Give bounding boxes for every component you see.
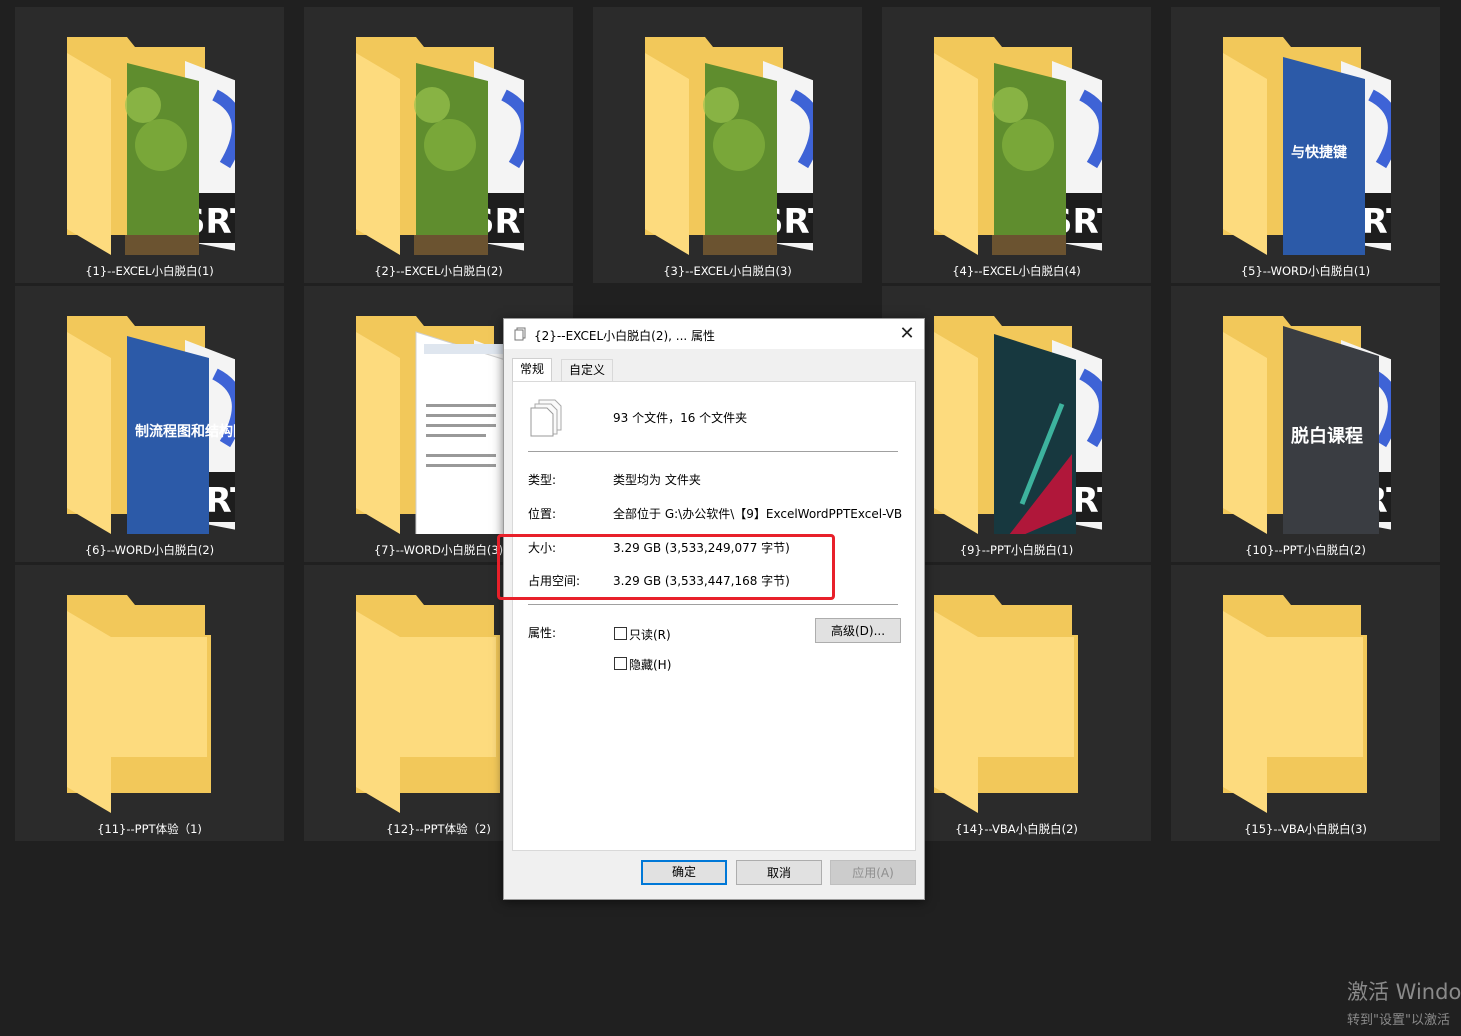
- folder-item[interactable]: SRT {1}--EXCEL小白脱白(1): [15, 7, 284, 283]
- folder-label: {1}--EXCEL小白脱白(1): [85, 264, 214, 278]
- folder-icon: SRT: [643, 35, 813, 255]
- separator: [528, 604, 898, 605]
- folder-label: {5}--WORD小白脱白(1): [1240, 264, 1371, 278]
- properties-dialog: {2}--EXCEL小白脱白(2), ... 属性 ✕ 常规 自定义 93 个文…: [503, 318, 925, 900]
- watermark-line1: 激活 Window: [1347, 980, 1461, 1004]
- location-value: 全部位于 G:\办公软件\【9】ExcelWordPPTExcel-VB: [613, 507, 903, 521]
- folder-item[interactable]: {11}--PPT体验（1): [15, 565, 284, 841]
- apply-button[interactable]: 应用(A): [830, 860, 916, 885]
- folder-icon: SRT: [354, 35, 524, 255]
- svg-text:制流程图和结构图: 制流程图和结构图: [135, 423, 235, 440]
- svg-text:与快捷键: 与快捷键: [1291, 144, 1348, 161]
- multi-file-icon: [514, 327, 526, 341]
- folder-icon: [65, 593, 235, 813]
- folder-item[interactable]: SRT {3}--EXCEL小白脱白(3): [593, 7, 862, 283]
- cancel-button[interactable]: 取消: [736, 860, 822, 885]
- ok-button[interactable]: 确定: [641, 860, 727, 885]
- close-icon[interactable]: ✕: [896, 323, 918, 345]
- hidden-checkbox[interactable]: [614, 657, 627, 670]
- svg-text:脱白课程: 脱白课程: [1291, 425, 1363, 447]
- highlight-box: [497, 534, 835, 600]
- attributes-label: 属性:: [528, 626, 557, 640]
- watermark-line2: 转到"设置"以激活: [1347, 1013, 1450, 1028]
- dialog-title: {2}--EXCEL小白脱白(2), ... 属性: [534, 329, 716, 343]
- tab-general[interactable]: 常规: [512, 358, 553, 383]
- folder-icon: SRT 脱白课程: [1221, 314, 1391, 534]
- folder-item[interactable]: SRT {2}--EXCEL小白脱白(2): [304, 7, 573, 283]
- hidden-label[interactable]: 隐藏(H): [629, 656, 671, 673]
- general-panel: 93 个文件，16 个文件夹 类型: 类型均为 文件夹 位置: 全部位于 G:\…: [512, 381, 916, 851]
- multi-file-icon: [530, 399, 562, 437]
- activation-watermark: 激活 Window 转到"设置"以激活: [1347, 976, 1461, 1028]
- folder-label: {15}--VBA小白脱白(3): [1244, 822, 1367, 836]
- folder-icon: [1221, 593, 1391, 813]
- folder-item[interactable]: SRT 与快捷键 {5}--WORD小白脱白(1): [1171, 7, 1440, 283]
- summary-text: 93 个文件，16 个文件夹: [613, 411, 748, 425]
- folder-icon: SRT: [65, 35, 235, 255]
- folder-icon: SRT 制流程图和结构图: [65, 314, 235, 534]
- folder-item[interactable]: {15}--VBA小白脱白(3): [1171, 565, 1440, 841]
- folder-icon: SRT: [932, 314, 1102, 534]
- readonly-label[interactable]: 只读(R): [629, 626, 671, 643]
- dialog-titlebar[interactable]: {2}--EXCEL小白脱白(2), ... 属性 ✕: [504, 319, 924, 349]
- folder-icon: SRT 与快捷键: [1221, 35, 1391, 255]
- folder-label: {6}--WORD小白脱白(2): [84, 543, 215, 557]
- tab-custom[interactable]: 自定义: [561, 359, 614, 382]
- folder-label: {3}--EXCEL小白脱白(3): [663, 264, 792, 278]
- folder-item[interactable]: SRT 脱白课程 {10}--PPT小白脱白(2): [1171, 286, 1440, 562]
- advanced-button[interactable]: 高级(D)...: [815, 618, 901, 643]
- folder-label: {11}--PPT体验（1): [97, 822, 202, 836]
- folder-icon: [932, 593, 1102, 813]
- folder-label: {10}--PPT小白脱白(2): [1245, 543, 1366, 557]
- folder-icon: [354, 593, 524, 813]
- folder-icon: SRT: [932, 35, 1102, 255]
- location-label: 位置:: [528, 507, 557, 521]
- folder-label: {4}--EXCEL小白脱白(4): [952, 264, 1081, 278]
- type-label: 类型:: [528, 473, 557, 487]
- separator: [528, 451, 898, 452]
- readonly-checkbox[interactable]: [614, 627, 627, 640]
- folder-item[interactable]: SRT {4}--EXCEL小白脱白(4): [882, 7, 1151, 283]
- type-value: 类型均为 文件夹: [613, 473, 701, 487]
- folder-icon: SRT: [354, 314, 524, 534]
- folder-label: {2}--EXCEL小白脱白(2): [374, 264, 503, 278]
- folder-item[interactable]: SRT 制流程图和结构图 {6}--WORD小白脱白(2): [15, 286, 284, 562]
